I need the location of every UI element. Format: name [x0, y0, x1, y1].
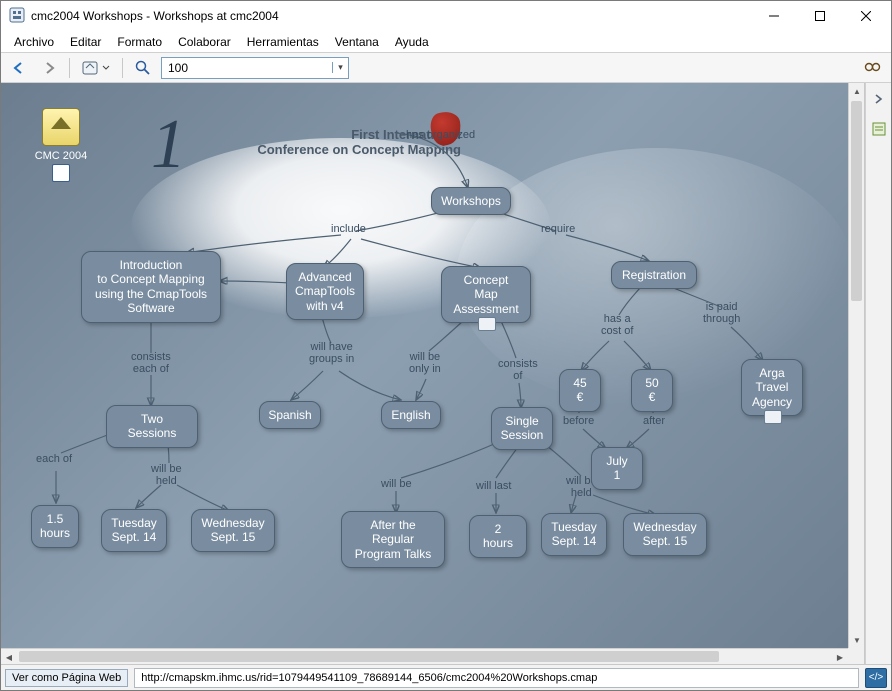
scroll-right-icon[interactable]: ▶ — [832, 649, 848, 664]
node-cost-45[interactable]: 45 € — [559, 369, 601, 412]
node-assessment-label: Concept Map Assessment — [453, 273, 518, 316]
window-buttons — [751, 1, 889, 31]
zoom-input[interactable] — [162, 61, 332, 75]
scroll-thumb[interactable] — [851, 101, 862, 301]
menu-editar[interactable]: Editar — [63, 33, 108, 51]
view-as-web-button[interactable]: Ver como Página Web — [5, 669, 128, 687]
node-1-5-hours[interactable]: 1.5 hours — [31, 505, 79, 548]
nav-forward-button[interactable] — [37, 56, 61, 80]
app-window: cmc2004 Workshops - Workshops at cmc2004… — [0, 0, 892, 691]
source-view-button[interactable]: </> — [865, 668, 887, 688]
edges-layer — [1, 83, 863, 659]
workarea: CMC 2004 1 First International Conferenc… — [1, 83, 891, 664]
node-cost-50[interactable]: 50 € — [631, 369, 673, 412]
scroll-thumb[interactable] — [19, 651, 719, 662]
node-advanced[interactable]: Advanced CmapTools with v4 — [286, 263, 364, 320]
titlebar: cmc2004 Workshops - Workshops at cmc2004 — [1, 1, 891, 31]
home-icon — [42, 108, 80, 146]
notes-panel-button[interactable] — [867, 117, 891, 141]
find-tool-button[interactable] — [861, 56, 885, 80]
canvas-scroll[interactable]: CMC 2004 1 First International Conferenc… — [1, 83, 865, 664]
resource-badge-icon — [52, 164, 70, 182]
menu-archivo[interactable]: Archivo — [7, 33, 61, 51]
link-before: before — [563, 415, 594, 427]
link-will-have-groups-in: will have groups in — [309, 341, 354, 365]
titlebar-left: cmc2004 Workshops - Workshops at cmc2004 — [9, 7, 279, 26]
logo-numeral: 1 — [151, 105, 186, 185]
node-intro[interactable]: Introduction to Concept Mapping using th… — [81, 251, 221, 323]
resource-url-field[interactable]: http://cmapskm.ihmc.us/rid=1079449541109… — [134, 668, 859, 688]
node-after-talks[interactable]: After the Regular Program Talks — [341, 511, 445, 568]
node-workshops[interactable]: Workshops — [431, 187, 511, 215]
zoom-dropdown-icon[interactable]: ▾ — [332, 62, 348, 73]
link-will-last: will last — [476, 480, 511, 492]
link-is-paid-through: is paid through — [703, 301, 740, 325]
scroll-corner — [848, 648, 864, 664]
node-wednesday-a[interactable]: Wednesday Sept. 15 — [191, 509, 275, 552]
node-july1[interactable]: July 1 — [591, 447, 643, 490]
horizontal-scrollbar[interactable]: ◀ ▶ — [1, 648, 848, 664]
link-include: include — [331, 223, 366, 235]
right-tool-strip — [865, 83, 891, 664]
node-two-sessions[interactable]: Two Sessions — [106, 405, 198, 448]
scroll-up-icon[interactable]: ▲ — [849, 83, 865, 99]
close-button[interactable] — [843, 1, 889, 31]
logo-line1: First International — [151, 127, 461, 142]
resource-badge-icon[interactable] — [478, 317, 496, 331]
statusbar: Ver como Página Web http://cmapskm.ihmc.… — [1, 664, 891, 690]
link-require: require — [541, 223, 575, 235]
vertical-scrollbar[interactable]: ▲ ▼ — [848, 83, 864, 648]
menu-formato[interactable]: Formato — [110, 33, 169, 51]
conference-logo: 1 First International Conference on Conc… — [151, 113, 461, 157]
node-tuesday-b[interactable]: Tuesday Sept. 14 — [541, 513, 607, 556]
logo-line2: Conference on Concept Mapping — [151, 142, 461, 157]
node-assessment[interactable]: Concept Map Assessment — [441, 266, 531, 323]
link-consists-of: consists of — [498, 358, 538, 382]
link-consists-each-of: consists each of — [131, 351, 171, 375]
menu-ventana[interactable]: Ventana — [328, 33, 386, 51]
link-after: after — [643, 415, 665, 427]
zoom-combo[interactable]: ▾ — [161, 57, 349, 79]
root-map-shortcut[interactable]: CMC 2004 — [28, 108, 94, 182]
minimize-button[interactable] — [751, 1, 797, 31]
menu-herramientas[interactable]: Herramientas — [240, 33, 326, 51]
menu-colaborar[interactable]: Colaborar — [171, 33, 238, 51]
toolbar-separator — [69, 58, 70, 78]
root-map-label: CMC 2004 — [28, 150, 94, 162]
node-wednesday-b[interactable]: Wednesday Sept. 15 — [623, 513, 707, 556]
resource-badge-icon[interactable] — [764, 410, 782, 424]
scroll-left-icon[interactable]: ◀ — [1, 649, 17, 664]
app-icon — [9, 7, 25, 26]
toolbar: ▾ — [1, 53, 891, 83]
window-title: cmc2004 Workshops - Workshops at cmc2004 — [31, 9, 279, 23]
toolbar-separator — [122, 58, 123, 78]
link-will-be-only-in: will be only in — [409, 351, 441, 375]
link-has-a-cost-of: has a cost of — [601, 313, 633, 337]
link-each-of: each of — [36, 453, 72, 465]
link-will-be: will be — [381, 478, 412, 490]
node-english[interactable]: English — [381, 401, 441, 429]
node-single-session[interactable]: Single Session — [491, 407, 553, 450]
node-registration[interactable]: Registration — [611, 261, 697, 289]
collapse-panel-icon[interactable] — [867, 87, 891, 111]
zoom-tool-button[interactable] — [131, 56, 155, 80]
menu-ayuda[interactable]: Ayuda — [388, 33, 436, 51]
scroll-down-icon[interactable]: ▼ — [849, 632, 865, 648]
node-2-hours[interactable]: 2 hours — [469, 515, 527, 558]
node-tuesday-a[interactable]: Tuesday Sept. 14 — [101, 509, 167, 552]
maximize-button[interactable] — [797, 1, 843, 31]
home-view-button[interactable] — [78, 56, 114, 80]
menubar: Archivo Editar Formato Colaborar Herrami… — [1, 31, 891, 53]
node-spanish[interactable]: Spanish — [259, 401, 321, 429]
nav-back-button[interactable] — [7, 56, 31, 80]
link-will-be-held-a: will be held — [151, 463, 182, 487]
node-arga[interactable]: Arga Travel Agency — [741, 359, 803, 416]
concept-map-canvas[interactable]: CMC 2004 1 First International Conferenc… — [1, 83, 863, 659]
node-arga-label: Arga Travel Agency — [752, 366, 792, 409]
